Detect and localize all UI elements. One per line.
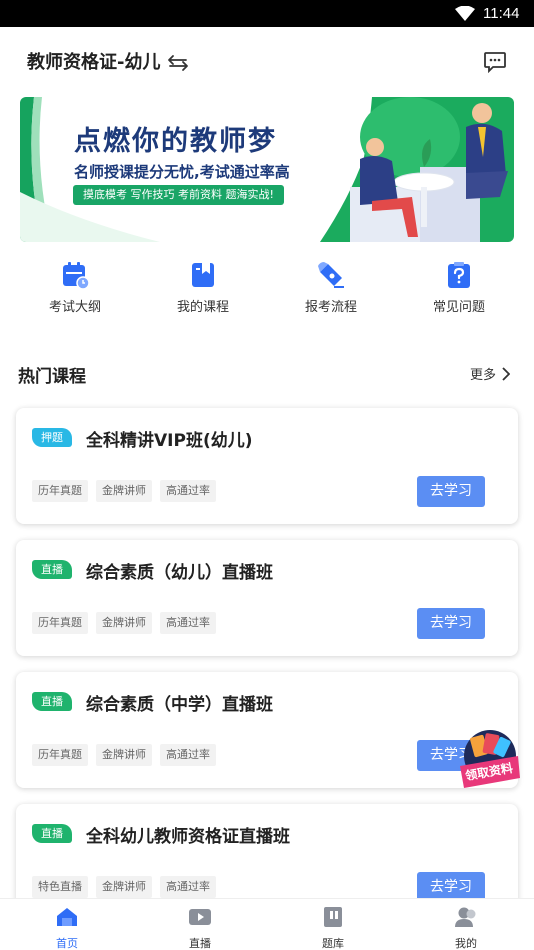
course-tag: 高通过率 — [160, 480, 216, 502]
course-tag: 金牌讲师 — [96, 744, 152, 766]
app-header: 教师资格证-幼儿 — [0, 27, 534, 97]
course-tags: 历年真题 金牌讲师 高通过率 — [32, 612, 216, 634]
swap-icon[interactable] — [166, 53, 190, 73]
message-icon[interactable] — [483, 51, 507, 73]
tab-label: 直播 — [189, 937, 211, 950]
study-button[interactable]: 去学习 — [417, 476, 485, 507]
course-badge: 押题 — [32, 428, 72, 447]
home-icon — [57, 908, 77, 926]
course-tag: 金牌讲师 — [96, 480, 152, 502]
course-tags: 历年真题 金牌讲师 高通过率 — [32, 744, 216, 766]
course-tag: 金牌讲师 — [96, 876, 152, 898]
course-badge: 直播 — [32, 560, 72, 579]
more-label: 更多 — [470, 368, 497, 383]
question-icon — [448, 262, 470, 288]
course-badge: 直播 — [32, 824, 72, 843]
course-card[interactable]: 押题 全科精讲VIP班(幼儿) 历年真题 金牌讲师 高通过率 去学习 — [16, 408, 518, 524]
tab-home[interactable]: 首页 — [27, 905, 107, 950]
quick-label: 报考流程 — [304, 300, 357, 315]
tab-label: 我的 — [455, 937, 477, 950]
tab-mine[interactable]: 我的 — [426, 905, 506, 950]
course-tag: 高通过率 — [160, 612, 216, 634]
quick-item-syllabus[interactable]: 考试大纲 — [15, 258, 135, 316]
more-link[interactable]: 更多 — [470, 364, 511, 383]
tab-question-bank[interactable]: 题库 — [293, 905, 373, 950]
course-tag: 历年真题 — [32, 480, 88, 502]
bookmark-icon — [192, 263, 214, 287]
pen-icon — [318, 262, 344, 288]
promo-banner[interactable]: 点燃你的教师梦 名师授课提分无忧,考试通过率高 摸底模考 写作技巧 考前资料 题… — [20, 97, 514, 242]
tab-live[interactable]: 直播 — [160, 905, 240, 950]
tab-label: 题库 — [322, 937, 344, 950]
course-tag: 金牌讲师 — [96, 612, 152, 634]
course-title: 综合素质（幼儿）直播班 — [86, 563, 273, 583]
tab-label: 首页 — [56, 937, 78, 950]
course-tag: 高通过率 — [160, 876, 216, 898]
exam-category-title[interactable]: 教师资格证-幼儿 — [27, 52, 160, 74]
banner-subline: 名师授课提分无忧,考试通过率高 — [74, 163, 290, 181]
course-tags: 特色直播 金牌讲师 高通过率 — [32, 876, 216, 898]
course-card[interactable]: 直播 综合素质（中学）直播班 历年真题 金牌讲师 高通过率 去学习 — [16, 672, 518, 788]
hot-courses-title: 热门课程 — [18, 367, 86, 387]
quick-item-process[interactable]: 报考流程 — [271, 258, 391, 316]
course-tag: 高通过率 — [160, 744, 216, 766]
banner-headline: 点燃你的教师梦 — [74, 126, 277, 157]
user-icon — [455, 907, 476, 927]
quick-label: 我的课程 — [176, 300, 229, 315]
quick-entries: 考试大纲 我的课程 报考流程 常见问题 — [0, 258, 534, 328]
course-badge: 直播 — [32, 692, 72, 711]
course-tag: 历年真题 — [32, 744, 88, 766]
banner-pill: 摸底模考 写作技巧 考前资料 题海实战! — [73, 185, 284, 205]
status-bar: 11:44 — [0, 0, 534, 27]
course-card[interactable]: 直播 综合素质（幼儿）直播班 历年真题 金牌讲师 高通过率 去学习 — [16, 540, 518, 656]
quick-item-faq[interactable]: 常见问题 — [399, 258, 519, 316]
book-icon — [324, 907, 342, 927]
course-tag: 特色直播 — [32, 876, 88, 898]
quick-item-my-courses[interactable]: 我的课程 — [143, 258, 263, 316]
quick-label: 常见问题 — [432, 300, 485, 315]
get-materials-float-button[interactable]: 领取资料 — [456, 726, 522, 792]
status-time: 11:44 — [483, 5, 520, 22]
course-title: 综合素质（中学）直播班 — [86, 695, 273, 715]
course-title: 全科精讲VIP班(幼儿) — [86, 431, 253, 451]
course-tags: 历年真题 金牌讲师 高通过率 — [32, 480, 216, 502]
chevron-right-icon — [502, 366, 511, 381]
course-tag: 历年真题 — [32, 612, 88, 634]
study-button[interactable]: 去学习 — [417, 608, 485, 639]
course-title: 全科幼儿教师资格证直播班 — [86, 827, 290, 847]
calendar-icon — [63, 262, 90, 290]
wifi-icon — [455, 6, 475, 21]
play-icon — [189, 909, 211, 925]
bottom-tab-bar: 首页 直播 题库 我的 — [0, 898, 534, 950]
quick-label: 考试大纲 — [48, 300, 101, 315]
